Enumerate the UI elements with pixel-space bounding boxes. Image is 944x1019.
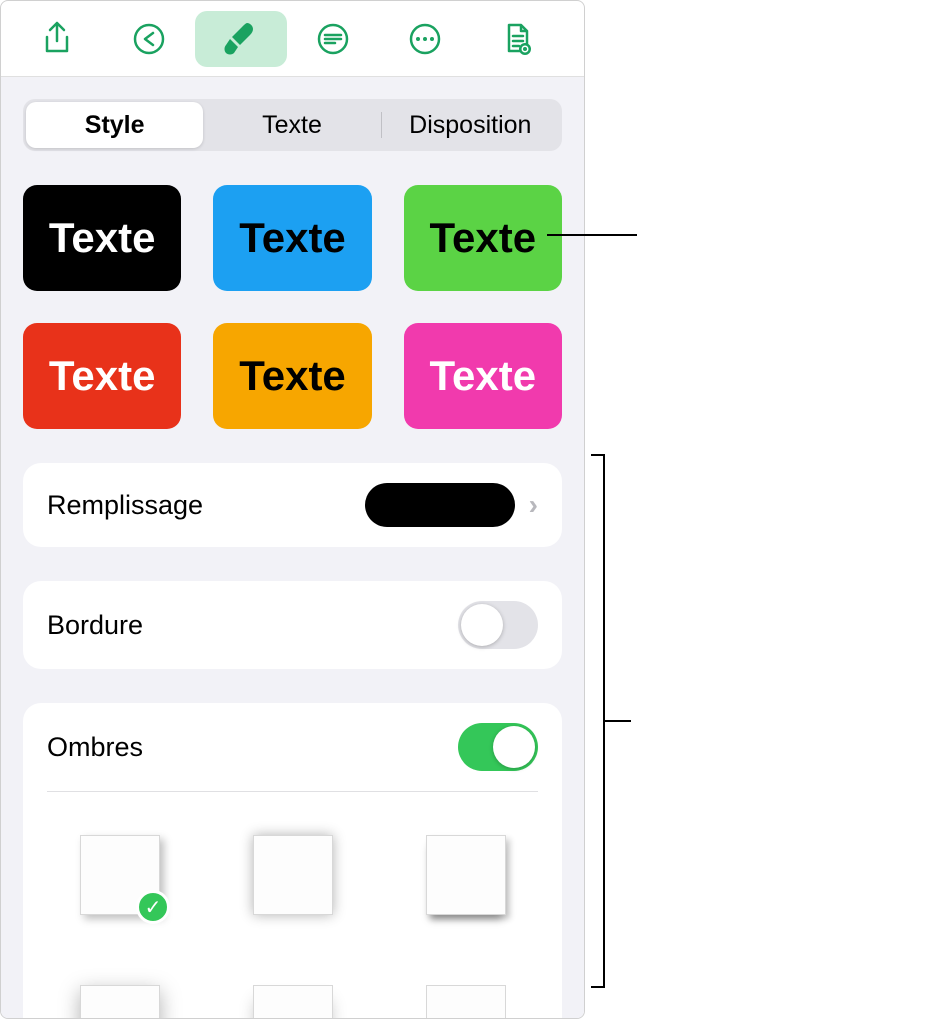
checkmark-icon: ✓ — [136, 890, 170, 924]
share-icon[interactable] — [11, 11, 103, 67]
shadow-option-5[interactable] — [409, 970, 522, 1018]
document-icon[interactable] — [471, 11, 563, 67]
shadow-option-0[interactable]: ✓ — [63, 820, 176, 930]
fill-card: Remplissage › — [23, 463, 562, 547]
format-brush-icon[interactable] — [195, 11, 287, 67]
shadows-card: Ombres ✓ — [23, 703, 562, 1018]
insert-icon[interactable] — [287, 11, 379, 67]
style-presets-grid: Texte Texte Texte Texte Texte Texte — [23, 185, 562, 429]
border-label: Bordure — [47, 610, 143, 641]
undo-icon[interactable] — [103, 11, 195, 67]
preset-5[interactable]: Texte — [404, 323, 562, 429]
toolbar — [1, 1, 584, 77]
fill-color-swatch[interactable] — [365, 483, 515, 527]
shadows-label: Ombres — [47, 732, 143, 763]
tab-disposition[interactable]: Disposition — [382, 102, 559, 148]
preset-0[interactable]: Texte — [23, 185, 181, 291]
border-card: Bordure — [23, 581, 562, 669]
shadow-options-grid: ✓ — [23, 792, 562, 1018]
shadows-toggle[interactable] — [458, 723, 538, 771]
preset-3[interactable]: Texte — [23, 323, 181, 429]
shadow-option-3[interactable] — [63, 970, 176, 1018]
shadow-option-1[interactable] — [236, 820, 349, 930]
callout-line-controls — [605, 720, 631, 722]
callout-line-presets — [547, 234, 637, 236]
fill-label: Remplissage — [47, 490, 203, 521]
panel-body: Style Texte Disposition Texte Texte Text… — [1, 77, 584, 1018]
tab-style[interactable]: Style — [26, 102, 203, 148]
segmented-control: Style Texte Disposition — [23, 99, 562, 151]
preset-2[interactable]: Texte — [404, 185, 562, 291]
preset-4[interactable]: Texte — [213, 323, 371, 429]
preset-1[interactable]: Texte — [213, 185, 371, 291]
tab-texte[interactable]: Texte — [203, 102, 380, 148]
border-toggle[interactable] — [458, 601, 538, 649]
format-inspector-panel: Style Texte Disposition Texte Texte Text… — [0, 0, 585, 1019]
more-icon[interactable] — [379, 11, 471, 67]
shadows-row: Ombres — [23, 703, 562, 791]
border-row: Bordure — [23, 581, 562, 669]
fill-row[interactable]: Remplissage › — [23, 463, 562, 547]
chevron-right-icon: › — [529, 489, 538, 521]
shadow-option-2[interactable] — [409, 820, 522, 930]
shadow-option-4[interactable] — [236, 970, 349, 1018]
